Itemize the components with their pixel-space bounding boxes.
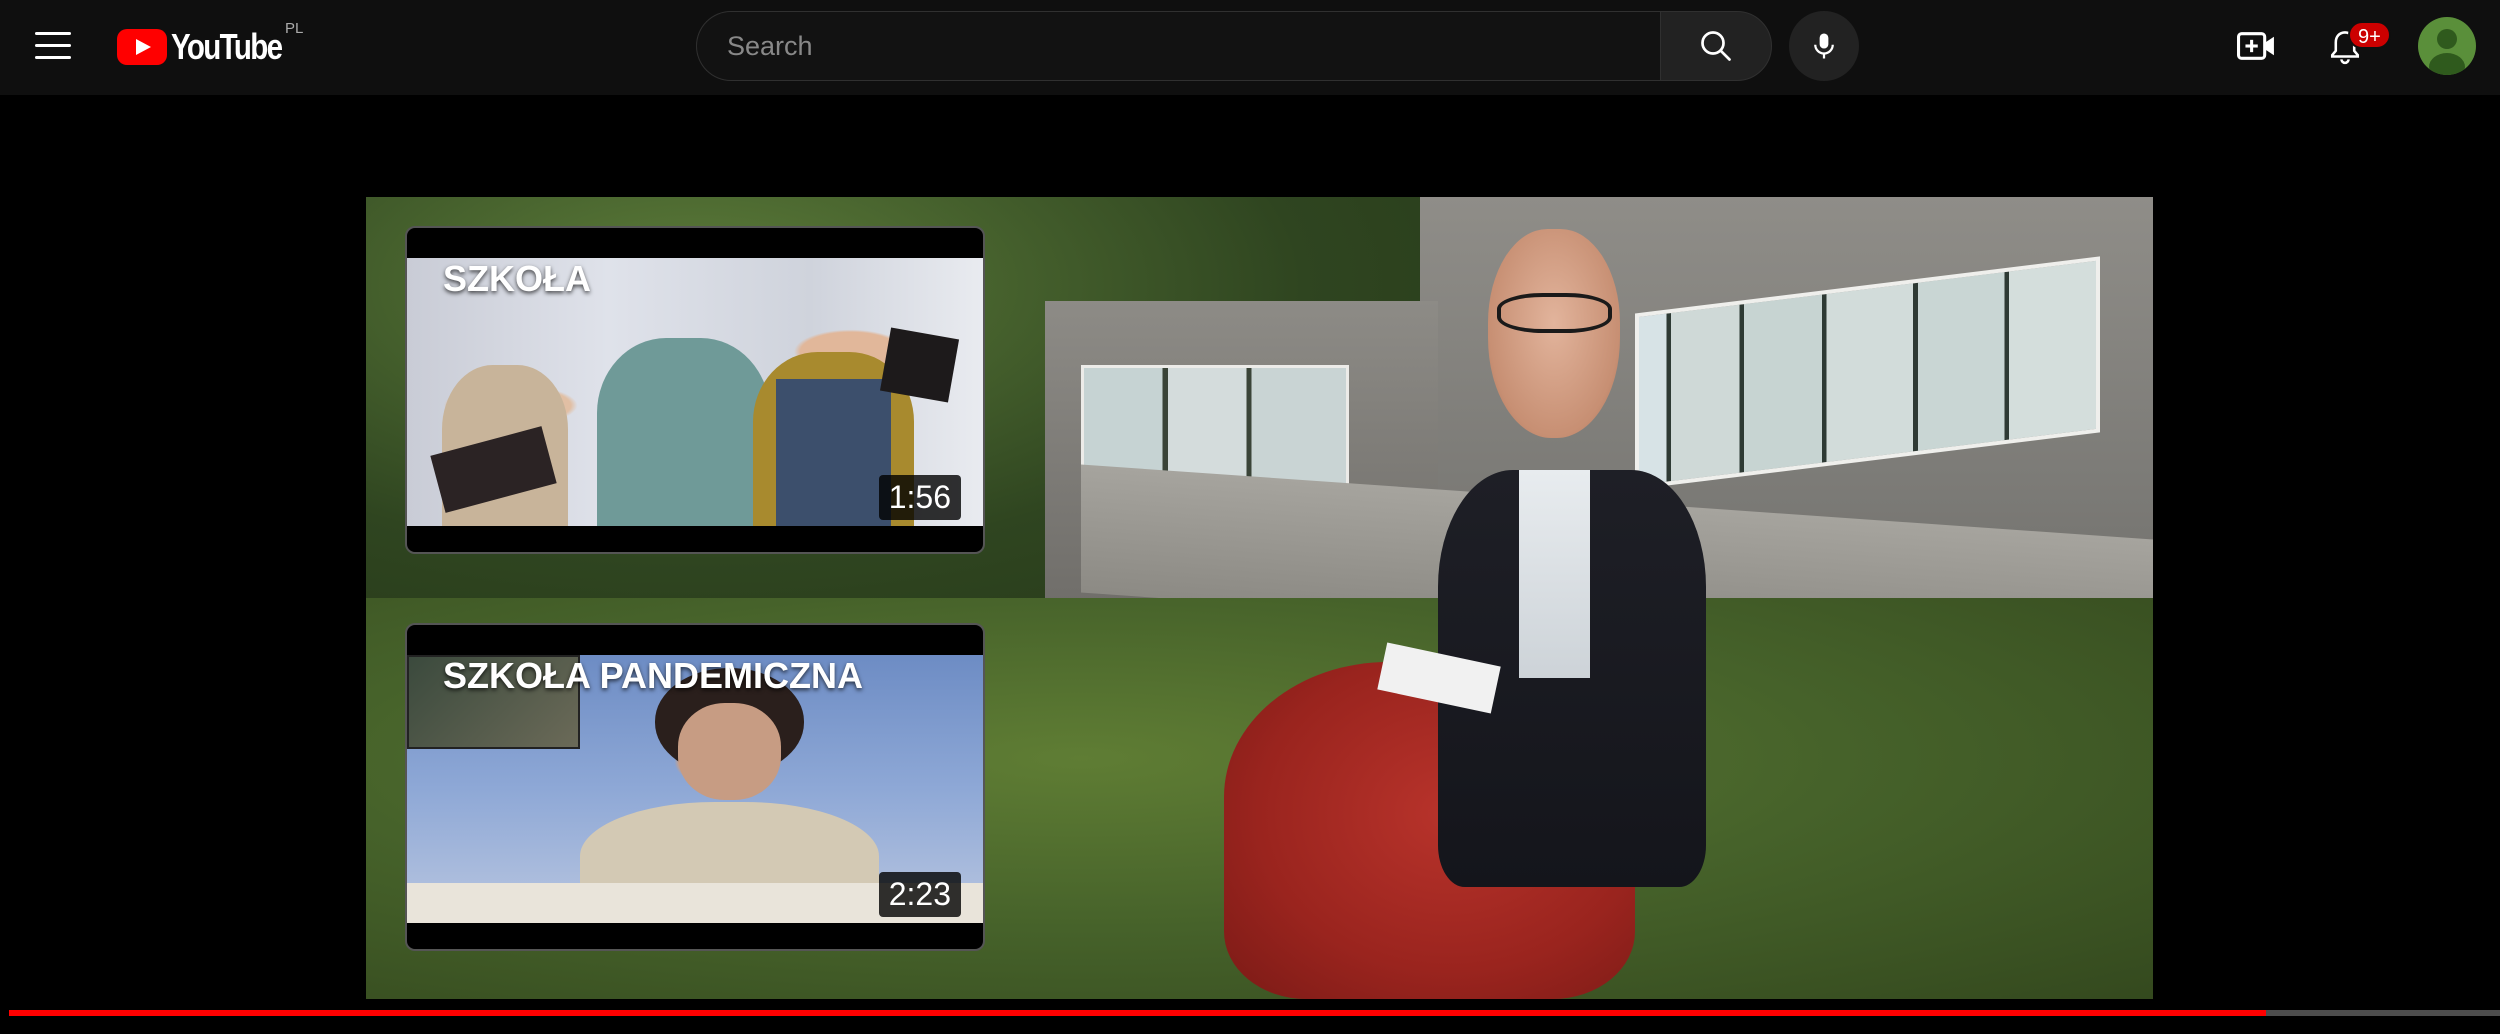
scene-person-glasses — [1497, 293, 1612, 334]
search-button[interactable] — [1660, 11, 1772, 81]
masthead: YouTube PL 9+ — [0, 0, 2500, 95]
scene-person-head — [1488, 229, 1621, 438]
endscreen-card-title: SZKOŁA — [443, 258, 591, 299]
country-code: PL — [285, 20, 304, 37]
search-box — [696, 11, 1660, 81]
notifications-badge: 9+ — [2348, 21, 2391, 49]
endscreen-card-duration: 2:23 — [878, 872, 961, 917]
endscreen-card-duration: 1:56 — [878, 475, 961, 520]
scene-person-shirt — [1518, 469, 1591, 679]
youtube-play-icon — [117, 29, 167, 65]
progress-bar-fill — [9, 1010, 2266, 1016]
menu-button[interactable] — [22, 22, 84, 68]
progress-bar[interactable] — [9, 1010, 2500, 1016]
endscreen-card-1[interactable]: SZKOŁA 1:56 — [405, 226, 985, 554]
create-video-icon — [2237, 32, 2274, 60]
youtube-logo[interactable]: YouTube — [117, 24, 306, 70]
video-frame[interactable]: SZKOŁA 1:56 SZKOŁA PANDEMICZNA 2:23 — [366, 197, 2153, 999]
hamburger-menu-icon — [35, 31, 71, 35]
microphone-icon — [1814, 33, 1834, 59]
search-input[interactable] — [725, 29, 1660, 63]
avatar-icon — [2429, 29, 2465, 75]
voice-search-button[interactable] — [1789, 11, 1859, 81]
avatar[interactable] — [2418, 17, 2476, 75]
create-button[interactable] — [2232, 21, 2282, 71]
endscreen-card-title: SZKOŁA PANDEMICZNA — [443, 655, 863, 696]
search-icon — [1701, 31, 1731, 61]
endscreen-card-2[interactable]: SZKOŁA PANDEMICZNA 2:23 — [405, 623, 985, 951]
logo-text: YouTube — [171, 26, 283, 67]
video-player[interactable]: SZKOŁA 1:56 SZKOŁA PANDEMICZNA 2:23 — [0, 95, 2500, 1034]
